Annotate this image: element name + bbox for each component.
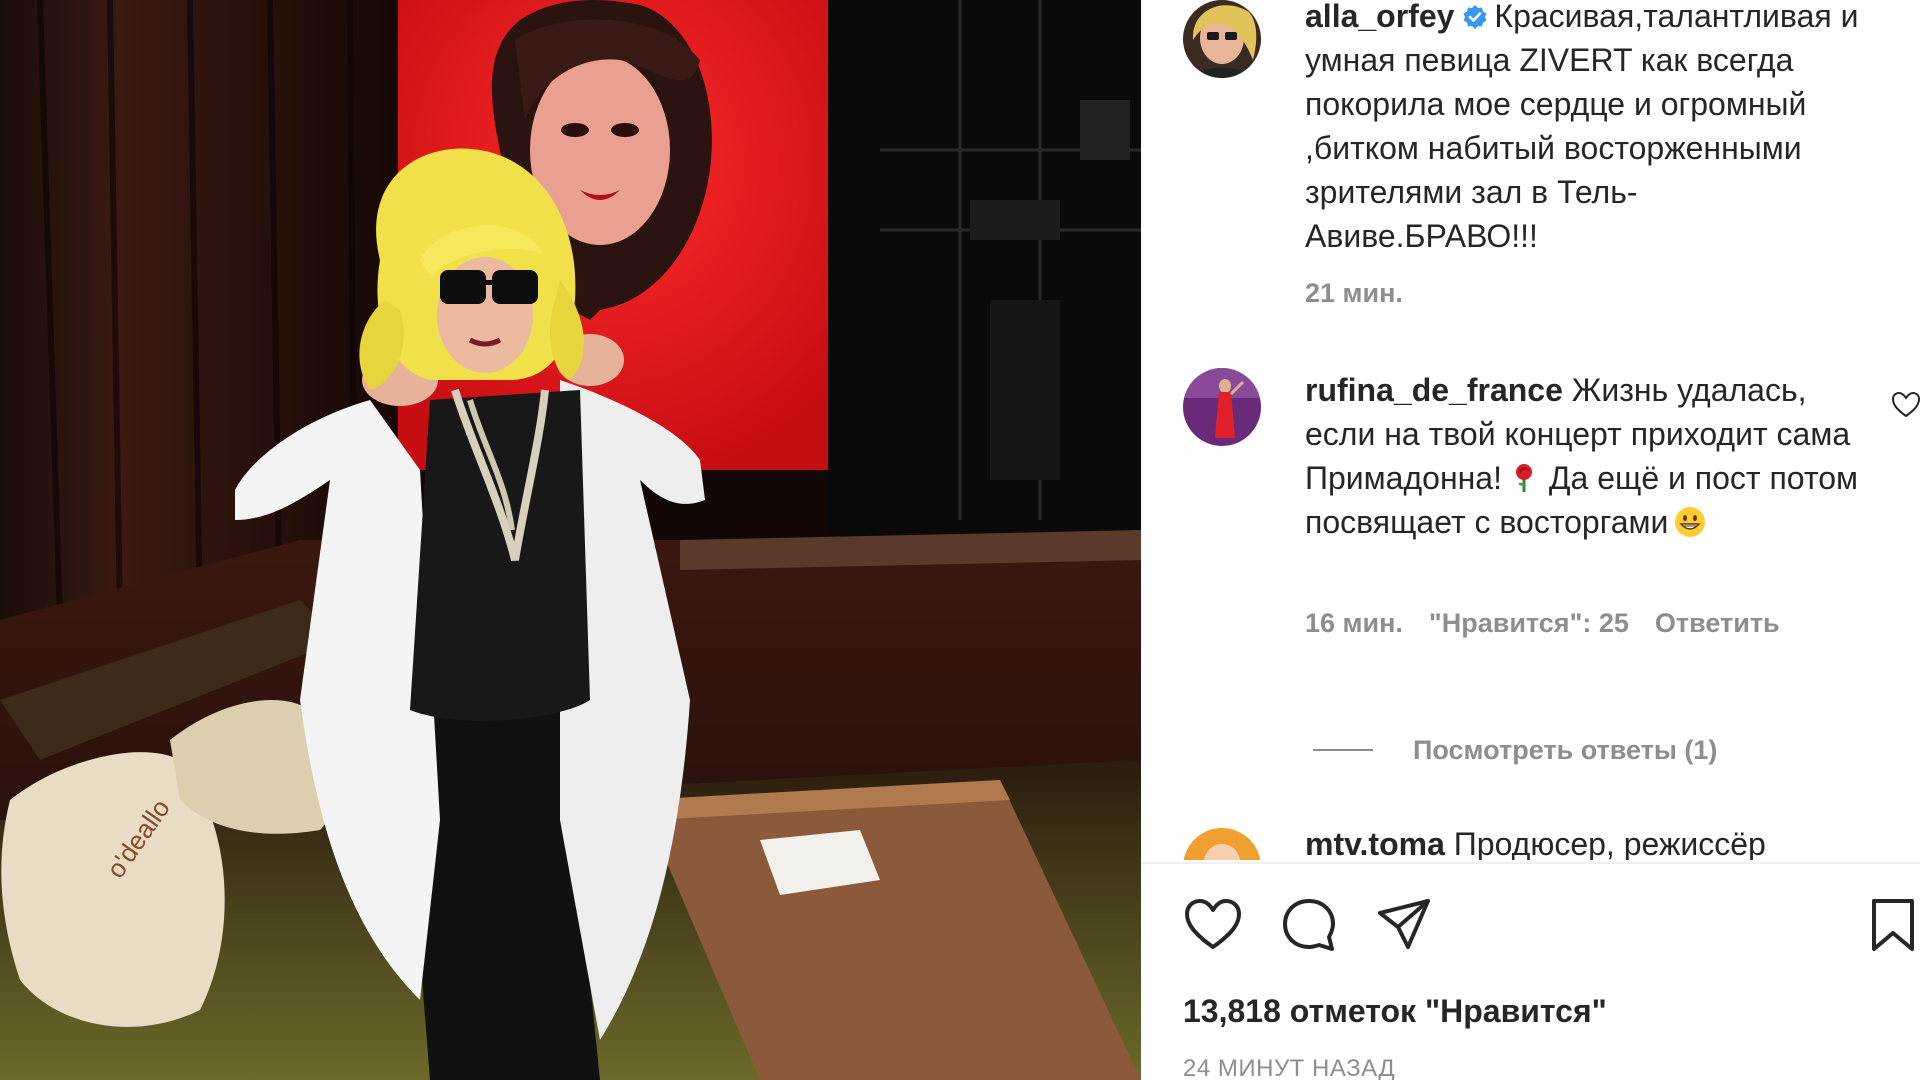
like-heart-icon[interactable] [1183, 895, 1243, 955]
post-photo[interactable]: o'deallo [0, 0, 1141, 1080]
comment-like-heart-icon[interactable] [1891, 390, 1920, 420]
caption-meta: 21 мин. [1305, 278, 1429, 309]
author-username[interactable]: alla_orfey [1305, 0, 1454, 34]
bookmark-icon[interactable] [1866, 895, 1920, 955]
view-replies-label[interactable]: Посмотреть ответы (1) [1413, 735, 1717, 766]
comment-time[interactable]: 16 мин. [1305, 608, 1403, 638]
grinning-face-icon [1675, 507, 1706, 537]
commenter-avatar[interactable] [1183, 368, 1261, 446]
likes-count[interactable]: 13,818 отметок "Нравится" [1183, 993, 1607, 1030]
caption-time[interactable]: 21 мин. [1305, 278, 1403, 308]
comment-username[interactable]: mtv.toma [1305, 826, 1445, 860]
view-replies-line [1313, 749, 1373, 751]
view-replies-button[interactable]: Посмотреть ответы (1) [1313, 728, 1717, 772]
post-caption: alla_orfey Красивая,талантливая и умная п… [1305, 0, 1865, 258]
caption-text: Красивая,талантливая и умная певица ZIVE… [1305, 0, 1859, 254]
comment-meta: 16 мин. "Нравится": 25 Ответить [1305, 608, 1806, 639]
share-icon[interactable] [1374, 895, 1434, 955]
comment-item: rufina_de_france Жизнь удалась, если на … [1305, 368, 1865, 544]
comment-icon[interactable] [1279, 895, 1339, 955]
post-time[interactable]: 24 МИНУТ НАЗАД [1183, 1055, 1395, 1080]
post-side-panel: alla_orfey Красивая,талантливая и умная п… [1141, 0, 1920, 1080]
reply-button[interactable]: Ответить [1655, 608, 1780, 638]
divider [1141, 862, 1920, 864]
commenter-avatar[interactable] [1183, 828, 1261, 860]
comment-text: Продюсер, режиссёр [1453, 826, 1766, 860]
author-avatar[interactable] [1183, 0, 1261, 78]
comment-item: mtv.toma Продюсер, режиссёр [1305, 822, 1865, 860]
verified-badge-icon [1463, 5, 1487, 29]
comment-username[interactable]: rufina_de_france [1305, 372, 1563, 408]
comments-list[interactable]: alla_orfey Красивая,талантливая и умная п… [1141, 0, 1920, 860]
rose-icon [1515, 464, 1532, 492]
comment-likes[interactable]: "Нравится": 25 [1429, 608, 1629, 638]
